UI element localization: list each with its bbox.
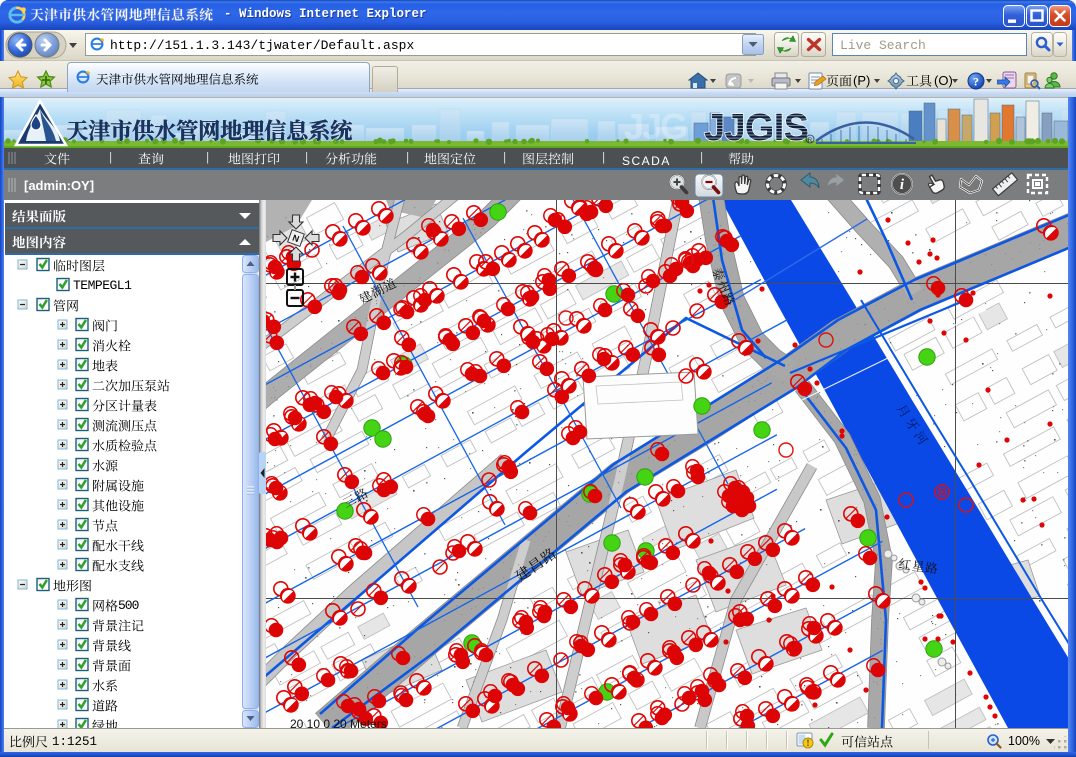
svg-text:JJGIS: JJGIS [704, 107, 808, 148]
svg-text:R: R [808, 138, 813, 144]
svg-text:!: ! [807, 738, 810, 748]
svg-text:JJG: JJG [624, 106, 686, 147]
svg-text:100%: 100% [1008, 734, 1040, 748]
svg-text:?: ? [973, 75, 979, 89]
svg-text:20 10 0 20 Meters: 20 10 0 20 Meters [290, 717, 387, 728]
